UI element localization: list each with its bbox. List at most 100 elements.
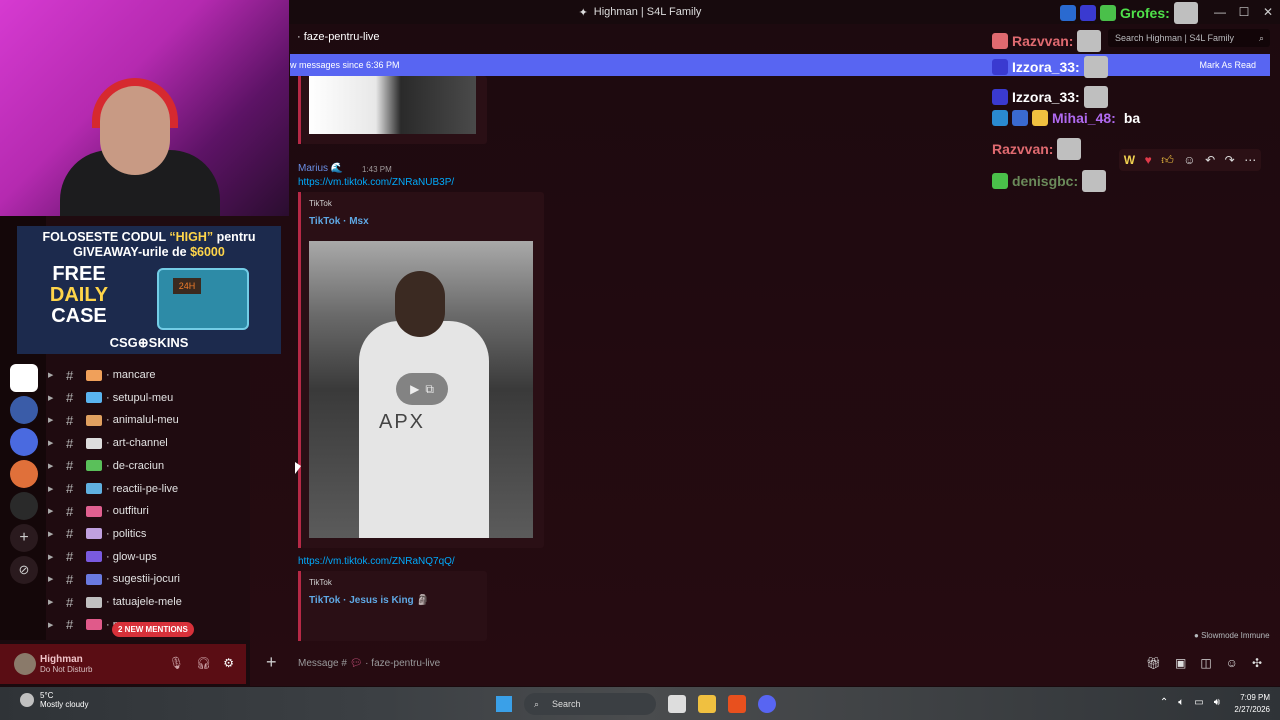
new-mentions-badge[interactable]: 2 NEW MENTIONS xyxy=(112,622,194,637)
embed-title[interactable]: TikTok · Jesus is King 🗿 xyxy=(309,595,429,606)
chat-badge-icon xyxy=(1100,5,1116,21)
chat-emote-icon xyxy=(1082,170,1107,192)
discord-icon[interactable] xyxy=(758,695,776,713)
react-thumbs-up-icon[interactable]: 👍︎ xyxy=(1161,153,1174,168)
message-link-2[interactable]: https://vm.tiktok.com/ZNRaNQ7qQ/ xyxy=(298,556,455,567)
play-button[interactable]: ▶ ⧉ xyxy=(396,373,448,405)
mute-mic-icon[interactable]: 🎙︎ xyxy=(169,656,184,670)
message-composer[interactable]: + Message # 💬︎ · faze-pentru-live 🎁︎ ▣ ◫… xyxy=(258,648,1280,678)
more-icon[interactable]: ⋯ xyxy=(1244,153,1256,167)
channel-item-politics[interactable]: ▶ # · politics xyxy=(46,523,246,545)
embed-title[interactable]: TikTok · Msx xyxy=(309,216,369,227)
message-link-1[interactable]: https://vm.tiktok.com/ZNRaNUB3P/ xyxy=(298,177,454,188)
server-icon-2k[interactable] xyxy=(10,396,38,424)
gift-icon[interactable]: 🎁︎ xyxy=(1146,656,1161,670)
expand-arrow-icon[interactable]: ▶ xyxy=(48,416,58,424)
server-icon-blue[interactable] xyxy=(10,428,38,456)
brave-browser-icon[interactable] xyxy=(728,695,746,713)
channel-item-glow-ups[interactable]: ▶ # · glow-ups xyxy=(46,546,246,568)
embed-thumbnail[interactable] xyxy=(309,76,476,134)
attach-plus-icon[interactable]: + xyxy=(266,652,277,673)
expand-arrow-icon[interactable]: ▶ xyxy=(48,598,58,606)
chat-message: Razvvan: xyxy=(992,138,1082,160)
deafen-icon[interactable]: 🎧︎ xyxy=(196,656,211,670)
channel-emoji-icon xyxy=(86,573,102,585)
settings-gear-icon[interactable]: ⚙ xyxy=(223,656,234,670)
channel-emoji-icon xyxy=(86,437,102,449)
minimize-button[interactable]: — xyxy=(1208,0,1232,24)
maximize-button[interactable]: ☐ xyxy=(1232,0,1256,24)
suit-text: APX xyxy=(379,411,426,433)
sticker-icon[interactable]: ◫ xyxy=(1200,656,1211,670)
server-icon-w[interactable] xyxy=(10,364,38,392)
channel-item-de-craciun[interactable]: ▶ # · de-craciun xyxy=(46,455,246,477)
hash-icon: # xyxy=(66,412,74,428)
message-actions-toolbar: W ♥ 👍︎ ☺ ↶ ↷ ⋯ xyxy=(1119,149,1261,171)
volume-icon[interactable]: 🔈︎ xyxy=(1178,697,1184,708)
channel-item-setupul-meu[interactable]: ▶ # · setupul-meu xyxy=(46,387,246,409)
message-timestamp: 1:43 PM xyxy=(362,165,392,174)
hash-icon: # xyxy=(66,435,74,451)
expand-arrow-icon[interactable]: ▶ xyxy=(48,462,58,470)
react-heart-icon[interactable]: ♥ xyxy=(1145,153,1152,167)
channel-item-animalul-meu[interactable]: ▶ # · animalul-meu xyxy=(46,409,246,431)
avatar[interactable] xyxy=(14,653,36,675)
forward-icon[interactable]: ↷ xyxy=(1225,153,1235,167)
speaker-icon[interactable]: 🔊︎ xyxy=(1214,697,1220,708)
mark-as-read-button[interactable]: Mark As Read xyxy=(1199,60,1256,70)
channel-item-mancare[interactable]: ▶ # · mancare xyxy=(46,364,246,386)
react-w-icon[interactable]: W xyxy=(1124,153,1135,167)
expand-arrow-icon[interactable]: ▶ xyxy=(48,507,58,515)
add-reaction-icon[interactable]: ☺ xyxy=(1183,153,1195,167)
apps-icon[interactable]: ✣ xyxy=(1252,656,1262,670)
close-button[interactable]: ✕ xyxy=(1256,0,1280,24)
tray-chevron-icon[interactable]: ⌃ xyxy=(1160,697,1168,708)
channel-label: · art-channel xyxy=(106,437,168,450)
task-view-icon[interactable] xyxy=(668,695,686,713)
taskbar: 5°C Mostly cloudy ⌕ Search ⌃ 🔈︎ ▭ 🔊︎ 7:09… xyxy=(0,687,1280,720)
emoji-picker-icon[interactable]: ☺ xyxy=(1226,656,1238,670)
hash-icon: # xyxy=(66,367,74,383)
expand-arrow-icon[interactable]: ▶ xyxy=(48,621,58,629)
taskbar-search[interactable]: ⌕ Search xyxy=(524,693,656,715)
sponsor-logo: CSG⊕SKINS xyxy=(109,335,189,350)
clock[interactable]: 7:09 PM 2/27/2026 xyxy=(1234,692,1270,716)
server-icon-orange[interactable] xyxy=(10,460,38,488)
add-server-icon[interactable]: + xyxy=(10,524,38,552)
file-explorer-icon[interactable] xyxy=(698,695,716,713)
channel-item-reactii-pe-live[interactable]: ▶ # · reactii-pe-live xyxy=(46,478,246,500)
channel-item-tatuajele-mele[interactable]: ▶ # · tatuajele-mele xyxy=(46,591,246,613)
display-icon[interactable]: ▭ xyxy=(1194,697,1203,708)
expand-arrow-icon[interactable]: ▶ xyxy=(48,485,58,493)
expand-arrow-icon[interactable]: ▶ xyxy=(48,575,58,583)
channel-emoji-icon xyxy=(86,551,102,563)
window-title: Highman | S4L Family xyxy=(593,6,702,18)
channel-label: · tatuajele-mele xyxy=(106,596,182,608)
channel-item-sugestii-jocuri[interactable]: ▶ # · sugestii-jocuri xyxy=(46,568,246,590)
channel-item-art-channel[interactable]: ▶ # · art-channel xyxy=(46,432,246,454)
chat-badge-icon xyxy=(992,59,1008,75)
start-icon[interactable] xyxy=(496,696,512,712)
channel-item-outfituri[interactable]: ▶ # · outfituri xyxy=(46,500,246,522)
gif-icon[interactable]: ▣ xyxy=(1175,656,1186,670)
expand-arrow-icon[interactable]: ▶ xyxy=(48,394,58,402)
chat-username: Razvvan: xyxy=(992,141,1054,157)
chat-badge-icon xyxy=(1012,110,1028,126)
expand-arrow-icon[interactable]: ▶ xyxy=(48,439,58,447)
new-messages-banner[interactable]: w messages since 6:36 PM Mark As Read xyxy=(290,54,1270,76)
chat-badge-icon xyxy=(1032,110,1048,126)
chat-emote-icon xyxy=(1173,2,1198,24)
expand-arrow-icon[interactable]: ▶ xyxy=(48,530,58,538)
emoji-icon: 🗿 xyxy=(416,595,429,606)
message-author[interactable]: Marius 🌊 xyxy=(298,163,343,174)
search-icon: ⌕ xyxy=(1258,33,1264,43)
weather-widget[interactable]: 5°C Mostly cloudy xyxy=(20,691,88,709)
server-icon-dark[interactable] xyxy=(10,492,38,520)
message-input[interactable]: Message # 💬︎ · faze-pentru-live xyxy=(298,658,440,669)
reply-icon[interactable]: ↶ xyxy=(1205,153,1215,167)
expand-arrow-icon[interactable]: ▶ xyxy=(48,371,58,379)
search-input[interactable]: Search Highman | S4L Family ⌕ xyxy=(1108,29,1270,47)
expand-arrow-icon[interactable]: ▶ xyxy=(48,553,58,561)
channel-label: · sugestii-jocuri xyxy=(106,573,180,586)
discover-icon[interactable]: ⊘ xyxy=(10,556,38,584)
